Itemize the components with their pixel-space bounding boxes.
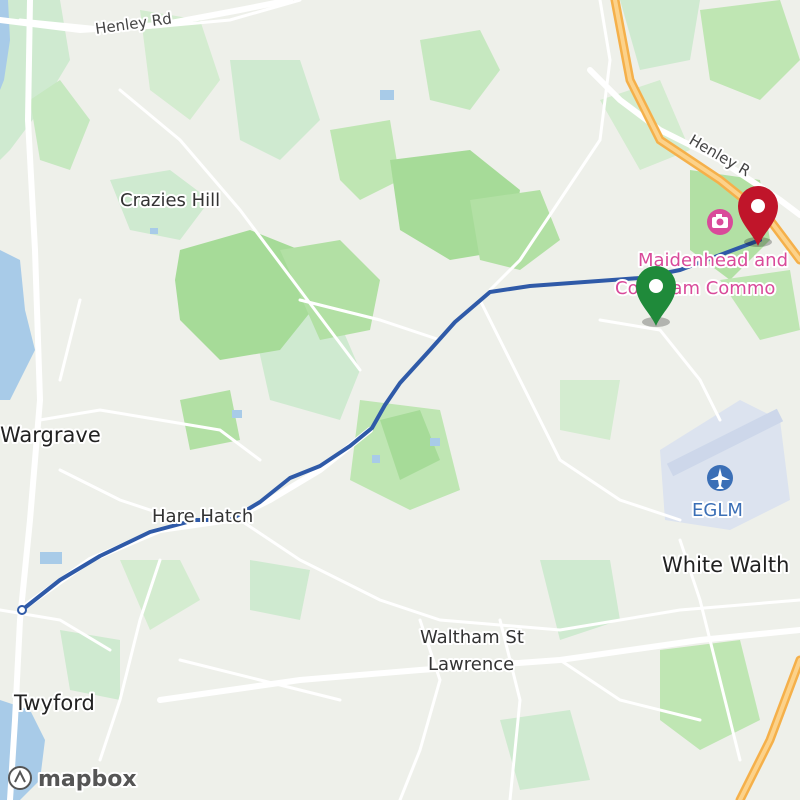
- map-layer: Henley Rd Henley R Crazies Hill Wargrave…: [0, 0, 800, 800]
- map-pin-icon: [649, 279, 663, 293]
- place-label-hare-hatch: Hare Hatch: [152, 506, 253, 527]
- map-canvas[interactable]: Henley Rd Henley R Crazies Hill Wargrave…: [0, 0, 800, 800]
- place-label-wargrave: Wargrave: [0, 423, 101, 447]
- place-label-twyford: Twyford: [13, 691, 95, 715]
- airport-label-eglm: EGLM: [692, 500, 743, 521]
- mapbox-wordmark: mapbox: [38, 767, 137, 792]
- map-pin-icon: [751, 199, 765, 213]
- route-start-dot: [17, 605, 27, 615]
- place-label-white-waltham: White Walth: [662, 553, 789, 577]
- place-label-crazies-hill: Crazies Hill: [120, 190, 220, 211]
- place-label-waltham-st: Waltham St: [420, 627, 524, 648]
- airplane-icon: [707, 465, 733, 491]
- place-label-lawrence: Lawrence: [428, 654, 514, 675]
- camera-icon[interactable]: [707, 209, 733, 235]
